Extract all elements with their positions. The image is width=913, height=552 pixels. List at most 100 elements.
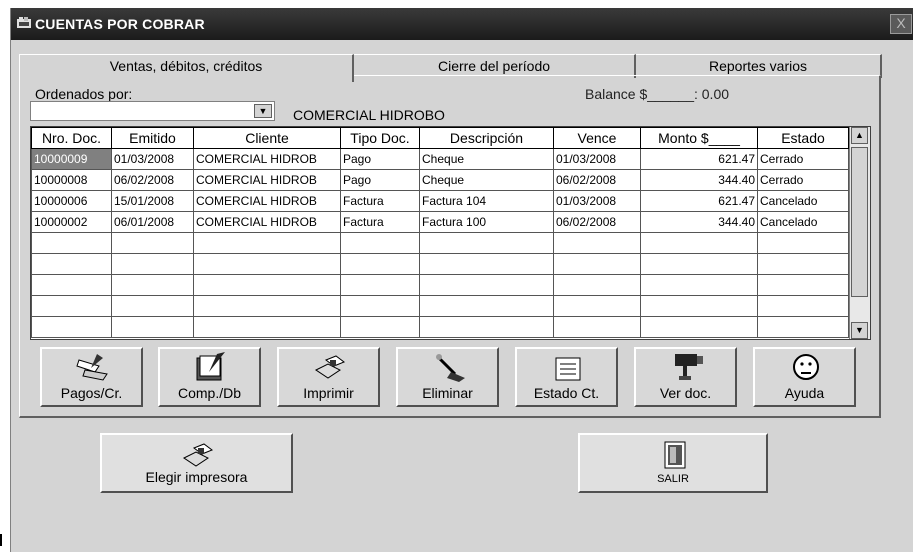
table-row[interactable] — [31, 316, 849, 338]
table-cell[interactable] — [111, 316, 194, 338]
table-cell[interactable] — [419, 316, 554, 338]
table-cell[interactable] — [31, 316, 112, 338]
pagos-button[interactable]: Pagos/Cr. — [40, 347, 143, 407]
table-cell[interactable]: 344.40 — [640, 169, 758, 191]
table-cell[interactable]: Cancelado — [757, 211, 849, 233]
table-cell[interactable]: Factura — [340, 190, 420, 212]
table-cell[interactable] — [640, 316, 758, 338]
table-cell[interactable] — [419, 295, 554, 317]
table-cell[interactable] — [419, 274, 554, 296]
table-cell[interactable] — [640, 232, 758, 254]
table-cell[interactable] — [419, 232, 554, 254]
column-header[interactable]: Nro. Doc. — [31, 127, 112, 149]
column-header[interactable]: Vence — [553, 127, 641, 149]
table-cell[interactable]: Cerrado — [757, 169, 849, 191]
table-cell[interactable]: 621.47 — [640, 190, 758, 212]
table-row[interactable] — [31, 274, 849, 296]
table-cell[interactable]: Pago — [340, 169, 420, 191]
ver-doc-button[interactable]: Ver doc. — [634, 347, 737, 407]
table-cell[interactable]: Cheque — [419, 169, 554, 191]
table-cell[interactable] — [111, 295, 194, 317]
column-header[interactable]: Descripción — [419, 127, 554, 149]
table-cell[interactable]: COMERCIAL HIDROB — [193, 148, 341, 170]
table-cell[interactable]: Factura — [340, 211, 420, 233]
table-cell[interactable] — [111, 232, 194, 254]
table-cell[interactable] — [553, 316, 641, 338]
table-cell[interactable]: 01/03/2008 — [111, 148, 194, 170]
table-cell[interactable]: COMERCIAL HIDROB — [193, 211, 341, 233]
table-cell[interactable]: 10000008 — [31, 169, 112, 191]
documents-grid[interactable]: Nro. Doc. Emitido Cliente Tipo Doc. Descripc… — [30, 126, 871, 340]
table-cell[interactable]: Pago — [340, 148, 420, 170]
table-cell[interactable]: 06/02/2008 — [553, 169, 641, 191]
table-cell[interactable] — [757, 232, 849, 254]
estado-button[interactable]: Estado Ct. — [515, 347, 618, 407]
ayuda-button[interactable]: Ayuda — [753, 347, 856, 407]
imprimir-button[interactable]: Imprimir — [277, 347, 380, 407]
table-cell[interactable]: Factura 104 — [419, 190, 554, 212]
table-cell[interactable] — [31, 232, 112, 254]
eliminar-button[interactable]: Eliminar — [396, 347, 499, 407]
table-row[interactable]: 10000009 01/03/2008 COMERCIAL HIDROB Pago Ch… — [31, 148, 849, 170]
vertical-scrollbar[interactable]: ▲ ▼ — [849, 127, 870, 339]
table-cell[interactable] — [31, 295, 112, 317]
column-header[interactable]: Emitido — [111, 127, 194, 149]
table-cell[interactable]: 10000009 — [31, 148, 112, 170]
table-cell[interactable] — [340, 232, 420, 254]
table-cell[interactable] — [757, 253, 849, 275]
table-cell[interactable]: 15/01/2008 — [111, 190, 194, 212]
salir-button[interactable]: SALIR — [578, 433, 768, 493]
scroll-thumb[interactable] — [851, 147, 868, 297]
table-cell[interactable] — [111, 274, 194, 296]
table-cell[interactable]: 10000002 — [31, 211, 112, 233]
tab-ventas[interactable]: Ventas, débitos, créditos — [19, 54, 354, 82]
table-cell[interactable] — [193, 253, 341, 275]
table-cell[interactable]: 621.47 — [640, 148, 758, 170]
table-row[interactable] — [31, 253, 849, 275]
table-cell[interactable]: 01/03/2008 — [553, 148, 641, 170]
table-cell[interactable] — [193, 295, 341, 317]
table-cell[interactable] — [340, 295, 420, 317]
table-cell[interactable]: 06/01/2008 — [111, 211, 194, 233]
table-cell[interactable]: Cerrado — [757, 148, 849, 170]
elegir-impresora-button[interactable]: Elegir impresora — [100, 433, 293, 493]
table-cell[interactable] — [340, 274, 420, 296]
table-cell[interactable] — [757, 295, 849, 317]
table-cell[interactable] — [193, 274, 341, 296]
table-cell[interactable] — [553, 232, 641, 254]
table-cell[interactable] — [640, 295, 758, 317]
table-cell[interactable]: Cheque — [419, 148, 554, 170]
column-header[interactable]: Cliente — [193, 127, 341, 149]
table-cell[interactable]: Cancelado — [757, 190, 849, 212]
table-cell[interactable] — [31, 274, 112, 296]
scroll-down-icon[interactable]: ▼ — [851, 322, 868, 339]
table-cell[interactable] — [640, 253, 758, 275]
column-header[interactable]: Estado — [757, 127, 849, 149]
close-button[interactable]: X — [890, 14, 912, 34]
table-cell[interactable] — [31, 253, 112, 275]
table-cell[interactable] — [757, 316, 849, 338]
column-header[interactable]: Tipo Doc. — [340, 127, 420, 149]
table-cell[interactable]: 344.40 — [640, 211, 758, 233]
table-cell[interactable]: 01/03/2008 — [553, 190, 641, 212]
table-cell[interactable]: 06/02/2008 — [111, 169, 194, 191]
scroll-up-icon[interactable]: ▲ — [851, 127, 868, 144]
table-cell[interactable] — [419, 253, 554, 275]
chevron-down-icon[interactable]: ▼ — [254, 104, 272, 118]
table-cell[interactable] — [340, 316, 420, 338]
table-cell[interactable] — [193, 232, 341, 254]
table-cell[interactable]: 10000006 — [31, 190, 112, 212]
table-row[interactable] — [31, 295, 849, 317]
column-header[interactable]: Monto $____ — [640, 127, 758, 149]
sort-select[interactable]: ▼ — [30, 101, 275, 121]
table-row[interactable]: 10000008 06/02/2008 COMERCIAL HIDROB Pago Ch… — [31, 169, 849, 191]
table-cell[interactable] — [193, 316, 341, 338]
comp-db-button[interactable]: Comp./Db — [158, 347, 261, 407]
table-row[interactable]: 10000006 15/01/2008 COMERCIAL HIDROB Factur… — [31, 190, 849, 212]
table-cell[interactable]: Factura 100 — [419, 211, 554, 233]
table-row[interactable] — [31, 232, 849, 254]
table-cell[interactable]: COMERCIAL HIDROB — [193, 169, 341, 191]
table-cell[interactable]: 06/02/2008 — [553, 211, 641, 233]
table-cell[interactable] — [640, 274, 758, 296]
table-cell[interactable]: COMERCIAL HIDROB — [193, 190, 341, 212]
